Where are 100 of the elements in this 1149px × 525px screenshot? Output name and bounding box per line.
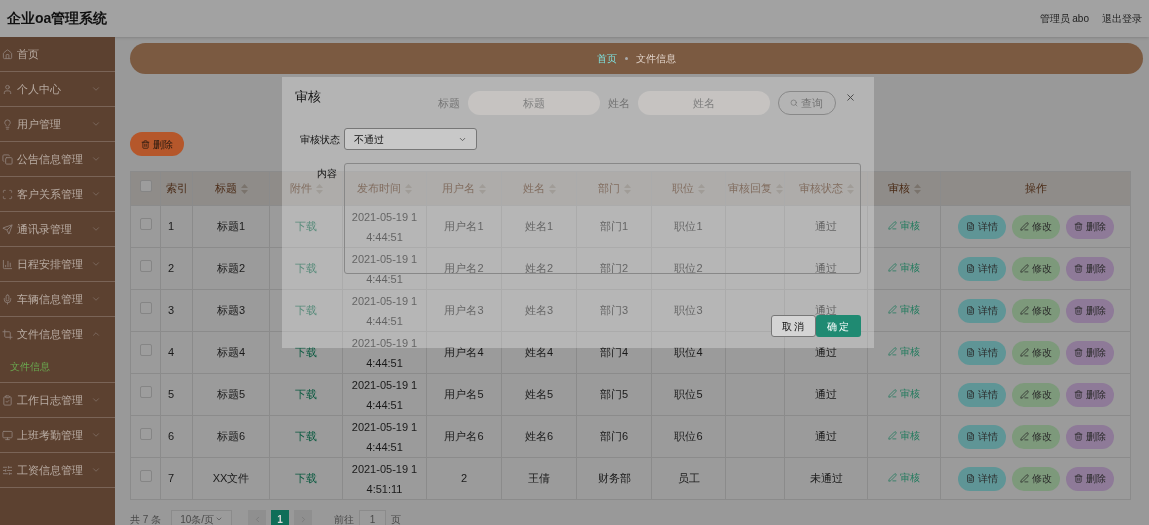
sidebar-item[interactable]: 客户关系管理 xyxy=(0,177,115,211)
breadcrumb-item[interactable]: 首页 xyxy=(597,51,617,66)
sidebar-item[interactable]: 工资信息管理 xyxy=(0,453,115,487)
table-cell: 标题5 xyxy=(216,388,246,401)
separator-icon xyxy=(625,57,628,60)
delete-button[interactable]: 删除 xyxy=(1065,466,1114,491)
table-cell: 标题6 xyxy=(216,430,246,443)
search-field[interactable]: 标题 xyxy=(467,91,600,115)
content-textarea[interactable] xyxy=(344,163,861,274)
checkbox[interactable] xyxy=(139,344,152,357)
checkbox[interactable] xyxy=(139,470,152,483)
download-link[interactable]: 下载 xyxy=(295,346,317,359)
edit-button[interactable]: 修改 xyxy=(1011,382,1060,407)
checkbox[interactable] xyxy=(139,260,152,273)
delete-button[interactable]: 删除 xyxy=(130,132,184,156)
checkbox[interactable] xyxy=(139,180,152,193)
column-header[interactable]: 用户名 xyxy=(442,182,486,195)
sort-icon[interactable] xyxy=(913,184,921,195)
monitor-icon xyxy=(2,429,13,441)
table-cell: 部门3 xyxy=(599,304,629,317)
edit-button[interactable]: 修改 xyxy=(1011,256,1060,281)
table-cell: 部门5 xyxy=(599,388,629,401)
next-page-button[interactable] xyxy=(294,510,313,525)
edit-button[interactable]: 修改 xyxy=(1011,424,1060,449)
column-header[interactable]: 标题 xyxy=(214,182,248,195)
detail-button[interactable]: 详情 xyxy=(957,424,1006,449)
pencil-icon xyxy=(1019,306,1029,315)
table-cell: 标题3 xyxy=(216,304,246,317)
table-cell: 姓名4 xyxy=(524,346,554,359)
download-link[interactable]: 下载 xyxy=(295,430,317,443)
edit-button[interactable]: 修改 xyxy=(1011,340,1060,365)
logout-link[interactable]: 退出登录 xyxy=(1102,11,1142,26)
checkbox[interactable] xyxy=(139,428,152,441)
delete-button[interactable]: 删除 xyxy=(1065,298,1114,323)
table-cell: 姓名1 xyxy=(524,220,554,233)
edit-button[interactable]: 修改 xyxy=(1011,466,1060,491)
detail-button[interactable]: 详情 xyxy=(957,256,1006,281)
detail-button[interactable]: 详情 xyxy=(957,214,1006,239)
clipboard-icon xyxy=(2,394,13,406)
pencil-icon xyxy=(1019,222,1029,231)
column-header[interactable]: 职位 xyxy=(672,182,705,195)
sidebar-item[interactable]: 工作日志管理 xyxy=(0,383,115,417)
sidebar-item[interactable]: 公告信息管理 xyxy=(0,142,115,176)
table-cell: 部门2 xyxy=(599,262,629,275)
close-icon[interactable] xyxy=(845,91,856,103)
column-header[interactable]: 部门 xyxy=(597,182,631,195)
table-cell: 5 xyxy=(168,388,175,401)
detail-button[interactable]: 详情 xyxy=(957,298,1006,323)
table-cell: 部门1 xyxy=(599,220,629,233)
cancel-button[interactable]: 取消 xyxy=(771,315,816,337)
document-icon xyxy=(965,222,975,231)
delete-button[interactable]: 删除 xyxy=(1065,214,1114,239)
sidebar-item[interactable]: 用户管理 xyxy=(0,107,115,141)
column-header[interactable]: 发布时间 xyxy=(357,182,412,195)
checkbox[interactable] xyxy=(139,302,152,315)
delete-button[interactable]: 删除 xyxy=(1065,424,1114,449)
frame-icon xyxy=(2,188,13,200)
column-header[interactable]: 附件 xyxy=(289,182,323,195)
delete-button[interactable]: 删除 xyxy=(1065,256,1114,281)
checkbox[interactable] xyxy=(139,386,152,399)
detail-button[interactable]: 详情 xyxy=(957,382,1006,407)
sidebar-item[interactable]: 上班考勤管理 xyxy=(0,418,115,452)
sidebar-item[interactable]: 通讯录管理 xyxy=(0,212,115,246)
column-header[interactable]: 审核回复 xyxy=(727,182,783,195)
detail-button[interactable]: 详情 xyxy=(957,466,1006,491)
sidebar-item[interactable]: 车辆信息管理 xyxy=(0,282,115,316)
table-cell-text: 2021-05-19 14:51:11 xyxy=(350,461,419,497)
sort-icon[interactable] xyxy=(240,184,248,195)
trash-icon xyxy=(141,139,150,149)
sidebar-subitem[interactable]: 文件信息 xyxy=(0,351,115,382)
delete-button[interactable]: 删除 xyxy=(1065,340,1114,365)
table-cell: 7 xyxy=(168,472,175,485)
breadcrumb-item[interactable]: 文件信息 xyxy=(636,51,676,66)
sidebar-item[interactable]: 首页 xyxy=(0,37,115,71)
previous-page-button[interactable] xyxy=(248,510,267,525)
status-select[interactable]: 不通过 xyxy=(344,128,477,150)
delete-button[interactable]: 删除 xyxy=(1065,382,1114,407)
table-cell: 用户名2 xyxy=(444,262,484,275)
detail-button[interactable]: 详情 xyxy=(957,340,1006,365)
edit-button[interactable]: 修改 xyxy=(1011,298,1060,323)
document-icon xyxy=(965,432,975,441)
download-link[interactable]: 下载 xyxy=(295,472,317,485)
goto-page-field[interactable]: 1 xyxy=(359,510,387,525)
table-cell: 职位4 xyxy=(674,346,703,359)
page-button[interactable]: 1 xyxy=(271,510,290,525)
checkbox[interactable] xyxy=(139,218,152,231)
column-header[interactable]: 姓名 xyxy=(522,182,556,195)
field-label: 审核状态 xyxy=(299,132,341,147)
column-header[interactable]: 审核 xyxy=(887,182,921,195)
sidebar-item[interactable]: 个人中心 xyxy=(0,72,115,106)
search-field[interactable]: 姓名 xyxy=(637,91,770,115)
column-header[interactable]: 审核状态 xyxy=(798,182,854,195)
confirm-button[interactable]: 确定 xyxy=(816,315,861,337)
download-link[interactable]: 下载 xyxy=(295,388,317,401)
edit-button[interactable]: 修改 xyxy=(1011,214,1060,239)
sidebar-item[interactable]: 文件信息管理 xyxy=(0,317,115,351)
sidebar-item[interactable]: 日程安排管理 xyxy=(0,247,115,281)
table-cell-text: 2021-05-19 14:44:51 xyxy=(350,251,419,287)
table-cell: 王倩 xyxy=(528,472,550,485)
page-size-select[interactable]: 10条/页 xyxy=(171,510,233,525)
